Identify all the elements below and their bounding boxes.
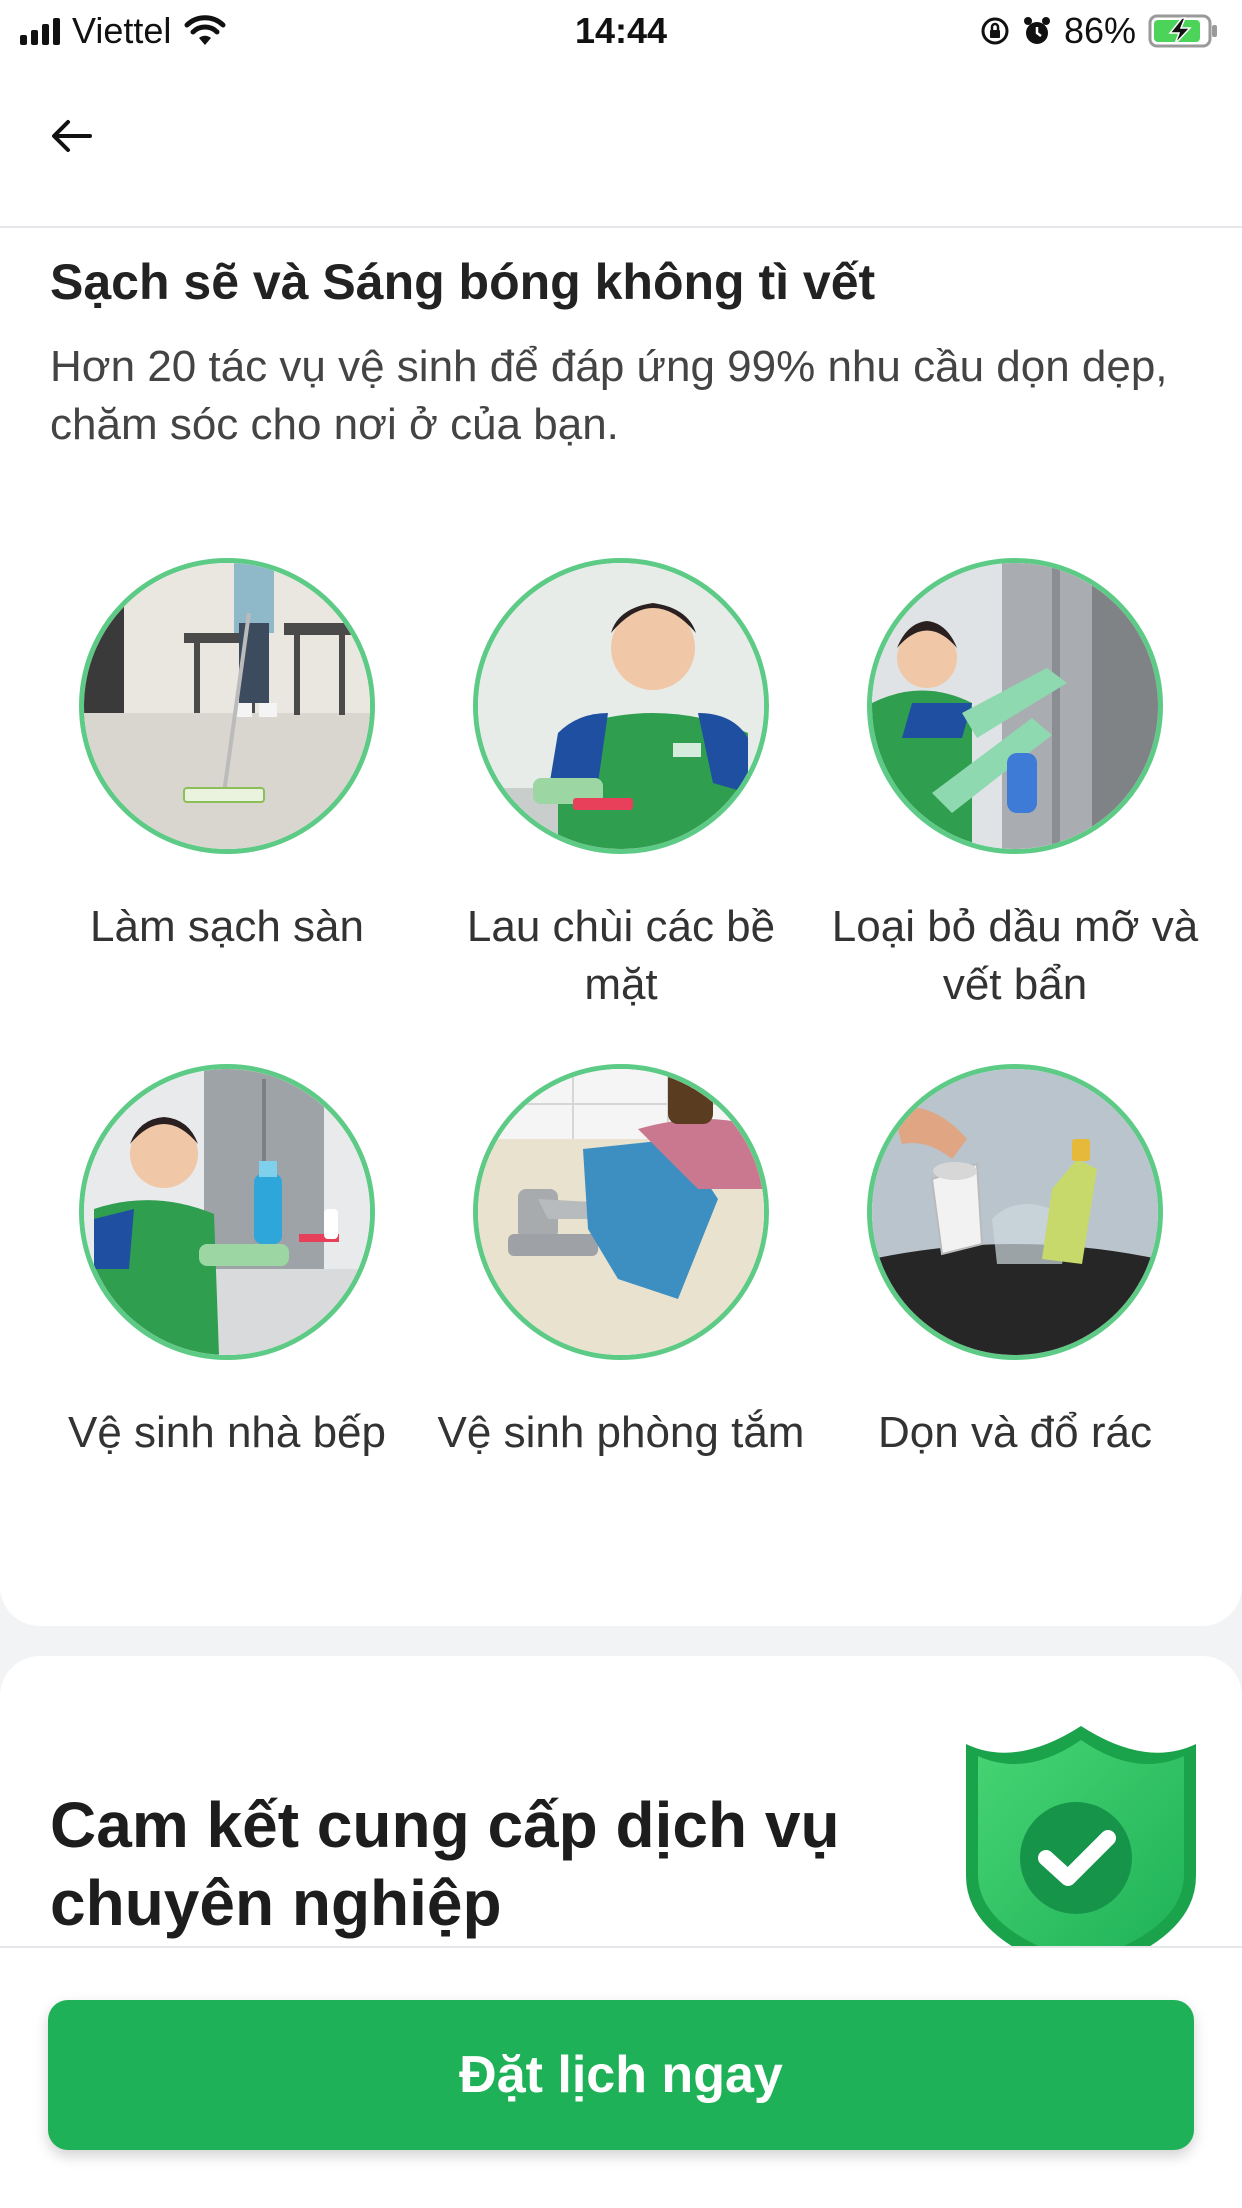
shield-check-icon xyxy=(966,1726,1196,1946)
task-label: Dọn và đổ rác xyxy=(878,1408,1152,1457)
task-label: Vệ sinh nhà bếp xyxy=(67,1408,387,1457)
task-item-surfaces: Lau chùi các bề mặt xyxy=(424,558,818,1014)
task-label: Làm sạch sàn xyxy=(90,902,364,951)
grease-removal-photo xyxy=(867,558,1163,854)
commitment-card: Cam kết cung cấp dịch vụ chuyên nghiệp xyxy=(0,1656,1242,1946)
section-description: Hơn 20 tác vụ vệ sinh để đáp ứng 99% nhu… xyxy=(50,342,1168,449)
orientation-lock-icon xyxy=(981,17,1009,45)
trash-disposal-photo xyxy=(867,1064,1163,1360)
task-item-bathroom: Vệ sinh phòng tắm xyxy=(424,1064,818,1462)
services-card: Sạch sẽ và Sáng bóng không tì vết Hơn 20… xyxy=(0,228,1242,1626)
surface-wiping-photo xyxy=(473,558,769,854)
book-now-button[interactable]: Đặt lịch ngay xyxy=(48,2000,1194,2150)
bottom-bar: Đặt lịch ngay xyxy=(0,1946,1242,2208)
battery-charging-icon xyxy=(1148,14,1217,48)
bathroom-cleaning-photo xyxy=(473,1064,769,1360)
alarm-icon xyxy=(1023,17,1050,44)
back-button[interactable] xyxy=(40,104,104,168)
task-label: Vệ sinh phòng tắm xyxy=(437,1408,805,1457)
kitchen-cleaning-photo xyxy=(79,1064,375,1360)
status-bar: Viettel 14:44 86% xyxy=(0,0,1242,62)
arrow-left-icon xyxy=(52,120,92,152)
commitment-title: Cam kết cung cấp dịch vụ chuyên nghiệp xyxy=(50,1789,840,1939)
section-title: Sạch sẽ và Sáng bóng không tì vết xyxy=(50,254,876,310)
floor-mopping-photo xyxy=(79,558,375,854)
status-right: 86% xyxy=(980,10,1220,52)
task-item-trash: Dọn và đổ rác xyxy=(818,1064,1212,1462)
task-item-kitchen: Vệ sinh nhà bếp xyxy=(30,1064,424,1462)
nav-bar xyxy=(0,62,1242,228)
task-item-grease: Loại bỏ dầu mỡ và vết bẩn xyxy=(818,558,1212,1014)
battery-percent: 86% xyxy=(1063,10,1136,51)
task-item-floor: Làm sạch sàn xyxy=(30,558,424,956)
task-label: Loại bỏ dầu mỡ và vết bẩn xyxy=(831,902,1199,1009)
task-label: Lau chùi các bề mặt xyxy=(466,902,776,1009)
